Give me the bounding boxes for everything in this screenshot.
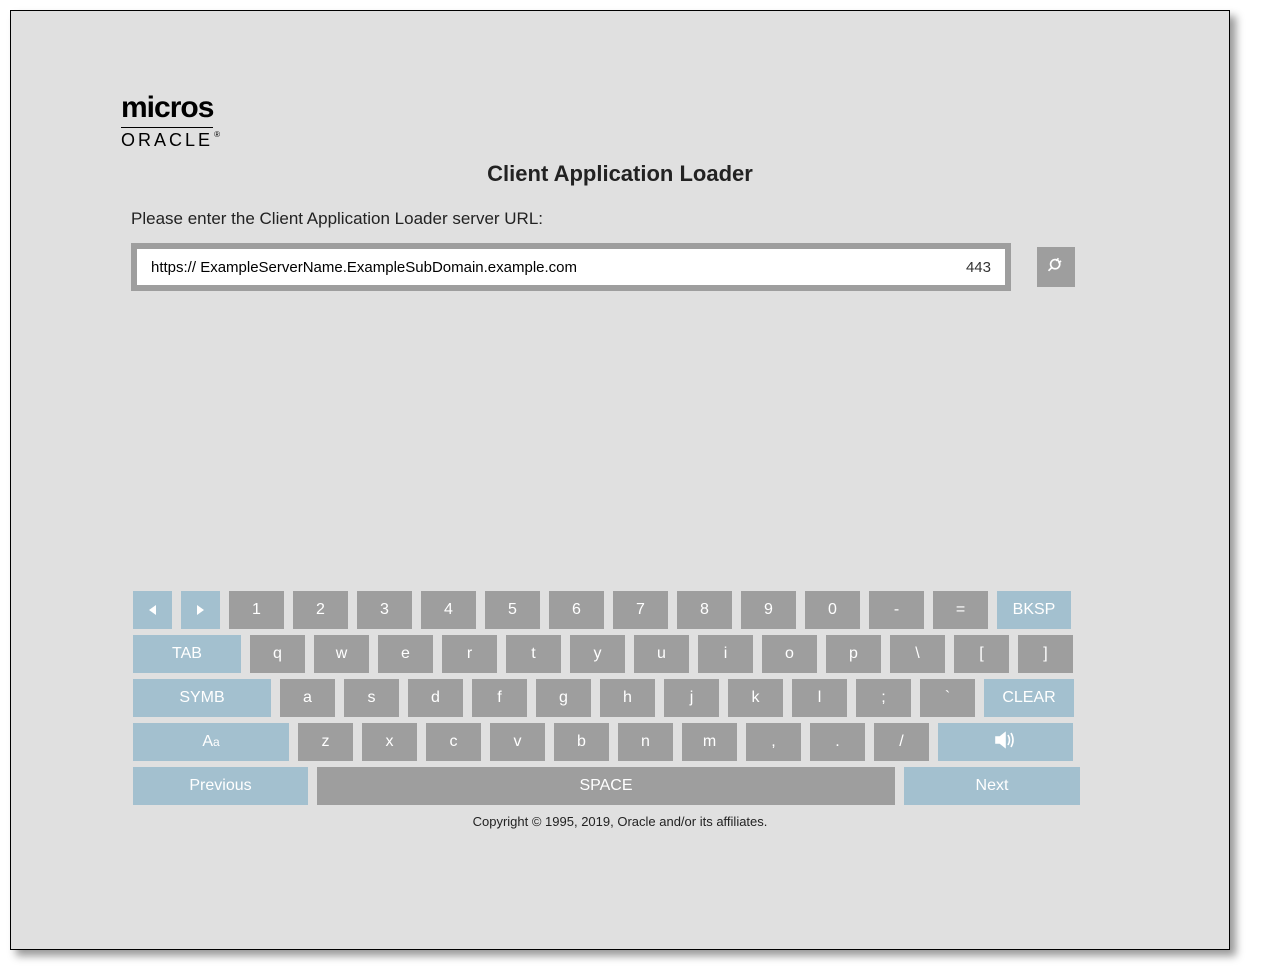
- key-o[interactable]: o: [762, 635, 817, 673]
- logo: micros ORACLE: [121, 91, 1169, 151]
- speaker-icon: [995, 731, 1017, 754]
- key-r[interactable]: r: [442, 635, 497, 673]
- caps-icon: Aa: [202, 733, 219, 751]
- url-prompt: Please enter the Client Application Load…: [131, 209, 1169, 229]
- key-9[interactable]: 9: [741, 591, 796, 629]
- key-clear[interactable]: CLEAR: [984, 679, 1074, 717]
- key-previous[interactable]: Previous: [133, 767, 308, 805]
- key-7[interactable]: 7: [613, 591, 668, 629]
- url-row: [131, 243, 1169, 291]
- key-u[interactable]: u: [634, 635, 689, 673]
- url-input[interactable]: [151, 259, 951, 276]
- key-8[interactable]: 8: [677, 591, 732, 629]
- key-sound[interactable]: [938, 723, 1073, 761]
- key-v[interactable]: v: [490, 723, 545, 761]
- key-b[interactable]: b: [554, 723, 609, 761]
- key-minus[interactable]: -: [869, 591, 924, 629]
- key-w[interactable]: w: [314, 635, 369, 673]
- key-2[interactable]: 2: [293, 591, 348, 629]
- key-p[interactable]: p: [826, 635, 881, 673]
- copyright: Copyright © 1995, 2019, Oracle and/or it…: [11, 814, 1229, 829]
- triangle-right-icon: [197, 605, 204, 615]
- app-window: micros ORACLE Client Application Loader …: [10, 10, 1230, 950]
- key-l[interactable]: l: [792, 679, 847, 717]
- key-y[interactable]: y: [570, 635, 625, 673]
- key-m[interactable]: m: [682, 723, 737, 761]
- key-comma[interactable]: ,: [746, 723, 801, 761]
- key-1[interactable]: 1: [229, 591, 284, 629]
- key-n[interactable]: n: [618, 723, 673, 761]
- key-backtick[interactable]: `: [920, 679, 975, 717]
- key-z[interactable]: z: [298, 723, 353, 761]
- key-0[interactable]: 0: [805, 591, 860, 629]
- key-period[interactable]: .: [810, 723, 865, 761]
- key-semicolon[interactable]: ;: [856, 679, 911, 717]
- page-title: Client Application Loader: [71, 161, 1169, 187]
- key-t[interactable]: t: [506, 635, 561, 673]
- port-input[interactable]: [951, 259, 991, 276]
- key-x[interactable]: x: [362, 723, 417, 761]
- key-backspace[interactable]: BKSP: [997, 591, 1071, 629]
- key-backslash[interactable]: \: [890, 635, 945, 673]
- key-4[interactable]: 4: [421, 591, 476, 629]
- key-6[interactable]: 6: [549, 591, 604, 629]
- key-arrow-left[interactable]: [133, 591, 172, 629]
- key-bracket-right[interactable]: ]: [1018, 635, 1073, 673]
- plug-icon: [1046, 255, 1066, 280]
- triangle-left-icon: [149, 605, 156, 615]
- key-a[interactable]: a: [280, 679, 335, 717]
- caps-big: A: [202, 733, 213, 750]
- kb-row-3: SYMB a s d f g h j k l ; ` CLEAR: [133, 679, 1083, 717]
- key-h[interactable]: h: [600, 679, 655, 717]
- connect-button[interactable]: [1037, 247, 1075, 287]
- key-next[interactable]: Next: [904, 767, 1080, 805]
- key-tab[interactable]: TAB: [133, 635, 241, 673]
- key-i[interactable]: i: [698, 635, 753, 673]
- key-3[interactable]: 3: [357, 591, 412, 629]
- key-slash[interactable]: /: [874, 723, 929, 761]
- logo-micros: micros: [121, 91, 1169, 125]
- key-k[interactable]: k: [728, 679, 783, 717]
- key-caps[interactable]: Aa: [133, 723, 289, 761]
- key-c[interactable]: c: [426, 723, 481, 761]
- key-d[interactable]: d: [408, 679, 463, 717]
- key-e[interactable]: e: [378, 635, 433, 673]
- caps-small: a: [213, 735, 220, 749]
- logo-oracle: ORACLE: [121, 127, 213, 151]
- key-equals[interactable]: =: [933, 591, 988, 629]
- kb-row-1: 1 2 3 4 5 6 7 8 9 0 - = BKSP: [133, 591, 1083, 629]
- key-s[interactable]: s: [344, 679, 399, 717]
- key-arrow-right[interactable]: [181, 591, 220, 629]
- key-bracket-left[interactable]: [: [954, 635, 1009, 673]
- url-input-container: [131, 243, 1011, 291]
- kb-row-5: Previous SPACE Next: [133, 767, 1083, 805]
- on-screen-keyboard: 1 2 3 4 5 6 7 8 9 0 - = BKSP TAB q w e r…: [133, 591, 1083, 811]
- kb-row-2: TAB q w e r t y u i o p \ [ ]: [133, 635, 1083, 673]
- key-f[interactable]: f: [472, 679, 527, 717]
- kb-row-4: Aa z x c v b n m , . /: [133, 723, 1083, 761]
- key-q[interactable]: q: [250, 635, 305, 673]
- key-space[interactable]: SPACE: [317, 767, 895, 805]
- key-g[interactable]: g: [536, 679, 591, 717]
- key-5[interactable]: 5: [485, 591, 540, 629]
- key-symb[interactable]: SYMB: [133, 679, 271, 717]
- key-j[interactable]: j: [664, 679, 719, 717]
